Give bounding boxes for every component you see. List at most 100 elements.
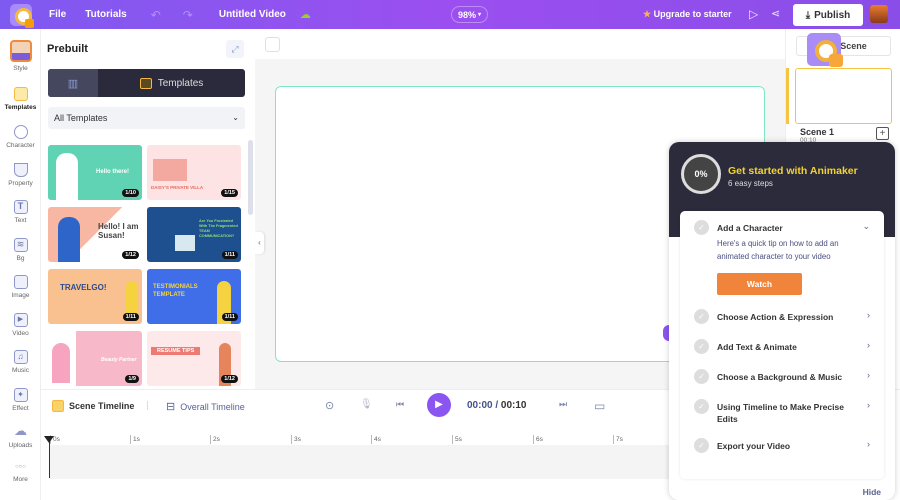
- sidebar-item-label: More: [13, 476, 28, 483]
- tab-scene-timeline[interactable]: Scene Timeline: [52, 400, 134, 412]
- microphone-icon[interactable]: 🎙: [360, 399, 373, 410]
- zoom-level: 98%: [457, 9, 476, 20]
- template-text: TRAVELGO!: [60, 283, 107, 292]
- left-toolbar: Style Templates Character Property T Tex…: [0, 29, 41, 500]
- sidebar-item-video[interactable]: ▶ Video: [0, 313, 41, 337]
- video-title[interactable]: Untitled Video: [219, 9, 286, 20]
- progress-ring: 0%: [681, 154, 721, 194]
- upgrade-button[interactable]: ★ Upgrade to starter: [643, 9, 732, 20]
- video-icon: ▶: [13, 313, 28, 327]
- desk-illustration: [175, 235, 195, 251]
- slide-count-badge: 1/9: [125, 375, 139, 383]
- tick-label: 2s: [210, 435, 220, 444]
- sidebar-item-text[interactable]: T Text: [0, 200, 41, 224]
- tick-label: 1s: [130, 435, 140, 444]
- scene-name: Scene 1: [800, 127, 835, 137]
- total-time: 00:10: [500, 400, 527, 411]
- sidebar-item-music[interactable]: ♫ Music: [0, 350, 41, 374]
- hide-guide-button[interactable]: Hide: [863, 487, 881, 497]
- template-card[interactable]: Hello there! 1/10: [48, 145, 142, 200]
- publish-button[interactable]: ⤓ Publish: [793, 4, 863, 26]
- tick-label: 6s: [533, 435, 543, 444]
- template-text: Are You Frustrated With The Fragmented T…: [199, 219, 238, 238]
- select-all-checkbox[interactable]: [265, 37, 280, 52]
- share-icon[interactable]: ⋖: [771, 7, 780, 20]
- add-scene-plus-icon[interactable]: +: [876, 127, 889, 140]
- effect-icon: ✦: [13, 388, 28, 402]
- template-card[interactable]: TRAVELGO! 1/11: [48, 269, 142, 324]
- template-card[interactable]: Hello! I am Susan! 1/12: [48, 207, 142, 262]
- layout-toggle-button[interactable]: ▥: [48, 69, 98, 97]
- user-avatar[interactable]: [870, 5, 888, 23]
- tab-overall-timeline[interactable]: ⊟ Overall Timeline: [166, 400, 245, 413]
- check-icon: ✓: [694, 339, 709, 354]
- slide-count-badge: 1/15: [221, 189, 238, 197]
- template-card[interactable]: Beauty Partner 1/9: [48, 331, 142, 386]
- chevron-down-icon: ▾: [478, 12, 482, 18]
- template-category-dropdown[interactable]: All Templates ⌄: [48, 107, 245, 129]
- panel-title: Prebuilt: [47, 43, 88, 55]
- sidebar-item-style[interactable]: Style: [0, 40, 41, 72]
- templates-toggle-button[interactable]: Templates: [98, 69, 245, 97]
- sidebar-item-label: Image: [11, 292, 30, 299]
- collapse-panel-icon[interactable]: ‹: [255, 232, 264, 254]
- next-scene-icon[interactable]: ⏭: [559, 399, 567, 410]
- redo-icon[interactable]: ↷: [183, 8, 193, 22]
- templates-icon: [139, 77, 152, 89]
- template-card[interactable]: RESUME TIPS 1/12: [147, 331, 241, 386]
- expand-icon[interactable]: ⤢: [226, 40, 244, 58]
- scene-thumbnail[interactable]: [795, 68, 892, 124]
- sidebar-item-bg[interactable]: ≋ Bg: [0, 238, 41, 262]
- step-label: Choose Action & Expression: [717, 312, 834, 322]
- villa-illustration: [153, 159, 187, 181]
- menu-tutorials[interactable]: Tutorials: [85, 9, 126, 20]
- sidebar-item-label: Text: [14, 217, 27, 224]
- text-icon: T: [13, 200, 28, 214]
- guide-title: Get started with Animaker: [728, 165, 858, 177]
- tick-label: 5s: [452, 435, 462, 444]
- sidebar-item-label: Bg: [16, 255, 25, 262]
- sidebar-item-label: Property: [8, 180, 33, 187]
- guide-steps-card: ✓ Add a Character ⌄ Here's a quick tip o…: [680, 211, 884, 479]
- panel-scrollbar[interactable]: [248, 140, 253, 215]
- step-label: Using Timeline to Make Precise Edits: [717, 402, 844, 424]
- playhead[interactable]: [44, 436, 54, 478]
- canvas-toolbar: [255, 29, 785, 59]
- template-card[interactable]: TESTIMONIALS TEMPLATE 1/11: [147, 269, 241, 324]
- template-card[interactable]: Are You Frustrated With The Fragmented T…: [147, 207, 241, 262]
- chevron-down-icon[interactable]: ⌄: [862, 221, 870, 232]
- watch-button[interactable]: Watch: [717, 273, 802, 295]
- sidebar-item-label: Uploads: [8, 442, 33, 449]
- sidebar-item-image[interactable]: Image: [0, 275, 41, 299]
- sidebar-item-templates[interactable]: Templates: [0, 87, 41, 111]
- sidebar-item-uploads[interactable]: ☁ Uploads: [0, 424, 41, 449]
- menu-file[interactable]: File: [49, 9, 66, 20]
- timeline-track[interactable]: [49, 445, 669, 479]
- preview-play-icon[interactable]: ▷: [749, 7, 758, 21]
- view-toggle: ▥ Templates: [48, 69, 245, 97]
- sidebar-item-property[interactable]: Property: [0, 163, 41, 187]
- sidebar-item-character[interactable]: Character: [0, 125, 41, 149]
- zoom-level-dropdown[interactable]: 98% ▾: [451, 6, 488, 23]
- top-bar: File Tutorials ↶ ↷ Untitled Video ☁: [0, 0, 900, 29]
- more-dots-icon: ○○○: [15, 464, 26, 470]
- template-text: Beauty Partner: [101, 357, 137, 363]
- sidebar-item-more[interactable]: ○○○ More: [0, 464, 41, 483]
- image-icon: [13, 275, 28, 289]
- undo-icon[interactable]: ↶: [151, 8, 161, 22]
- current-time: 00:00: [467, 400, 493, 411]
- background-icon: ≋: [13, 238, 28, 252]
- template-text: Hello! I am Susan!: [98, 222, 139, 240]
- screenshot-icon[interactable]: ⊙: [325, 399, 334, 412]
- templates-panel: Prebuilt ⤢ ▥ Templates All Templates ⌄ H…: [41, 29, 255, 389]
- template-card[interactable]: DAISY'S PRIVATE VILLA 1/15: [147, 145, 241, 200]
- play-button[interactable]: ▶: [427, 393, 451, 417]
- subtitle-icon[interactable]: ▭: [594, 399, 605, 413]
- sidebar-item-effect[interactable]: ✦ Effect: [0, 388, 41, 412]
- time-separator: /: [492, 400, 501, 411]
- cloud-saved-icon: ☁: [299, 9, 311, 21]
- animaker-logo-icon[interactable]: [10, 3, 34, 28]
- chevron-right-icon: ›: [867, 370, 870, 380]
- step-label: Add a Character: [717, 223, 783, 233]
- previous-scene-icon[interactable]: ⏮: [396, 399, 404, 410]
